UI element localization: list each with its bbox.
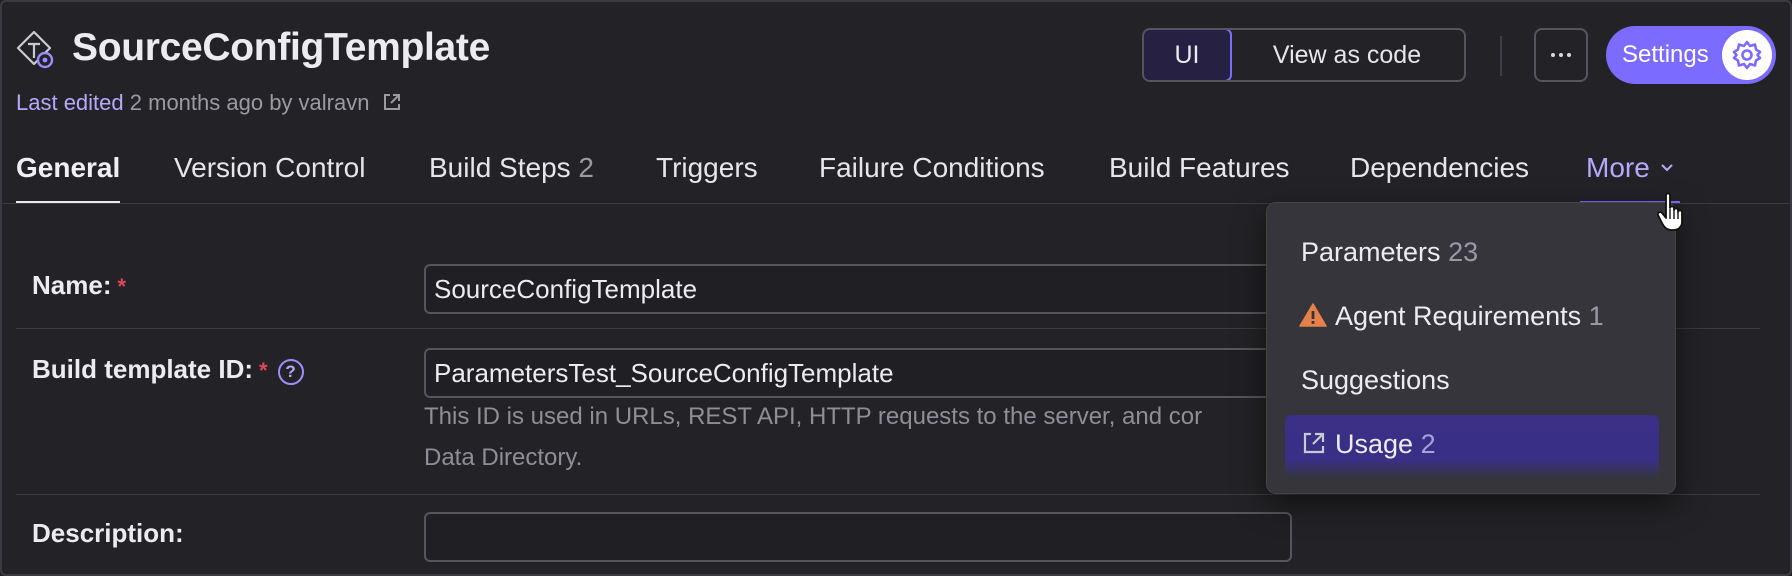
gear-icon xyxy=(1722,30,1772,80)
name-label: Name: * xyxy=(32,270,127,300)
page-title: SourceConfigTemplate xyxy=(72,26,490,69)
menu-item-suggestions[interactable]: Suggestions xyxy=(1301,365,1450,396)
settings-button[interactable]: Settings xyxy=(1606,26,1776,84)
menu-item-usage[interactable]: Usage 2 xyxy=(1285,415,1659,479)
description-input[interactable] xyxy=(424,512,1292,562)
required-mark: * xyxy=(117,274,127,299)
tab-version-control[interactable]: Version Control xyxy=(174,152,365,204)
menu-item-agent-requirements[interactable]: Agent Requirements 1 xyxy=(1299,301,1604,332)
tab-bar: General Version Control Build Steps 2 Tr… xyxy=(16,152,1776,204)
help-icon[interactable]: ? xyxy=(277,359,304,385)
build-template-id-label: Build template ID: *? xyxy=(32,354,304,385)
view-as-code-button[interactable]: View as code xyxy=(1230,30,1464,80)
ui-view-button[interactable]: UI xyxy=(1144,30,1232,80)
external-link-icon xyxy=(1303,432,1325,454)
id-help-text-line1: This ID is used in URLs, REST API, HTTP … xyxy=(424,403,1203,430)
tab-dependencies[interactable]: Dependencies xyxy=(1350,152,1529,204)
last-edited-info: Last edited 2 months ago by valravn xyxy=(16,90,402,116)
tab-build-features[interactable]: Build Features xyxy=(1109,152,1290,204)
row-divider xyxy=(16,494,1760,495)
tab-triggers[interactable]: Triggers xyxy=(656,152,758,204)
tab-build-steps[interactable]: Build Steps 2 xyxy=(429,152,594,204)
more-dropdown-menu: Parameters 23 Agent Requirements 1 Sugge… xyxy=(1266,202,1676,494)
menu-item-parameters[interactable]: Parameters 23 xyxy=(1301,237,1478,268)
more-actions-button[interactable] xyxy=(1534,28,1588,82)
chevron-down-icon xyxy=(1660,164,1673,172)
tab-general[interactable]: General xyxy=(16,152,121,204)
header-divider xyxy=(1500,36,1502,76)
required-mark: * xyxy=(259,358,268,383)
settings-label: Settings xyxy=(1622,41,1709,68)
external-link-icon[interactable] xyxy=(382,92,402,112)
build-steps-count: 2 xyxy=(578,152,594,183)
tab-failure-conditions[interactable]: Failure Conditions xyxy=(819,152,1045,204)
id-help-text-line2: Data Directory. xyxy=(424,444,583,471)
last-edited-label: Last edited xyxy=(16,90,124,115)
view-toggle: UI View as code xyxy=(1142,28,1466,82)
template-settings-icon xyxy=(16,30,56,70)
warning-icon xyxy=(1299,303,1327,327)
description-label: Description: xyxy=(32,518,184,548)
last-edited-detail[interactable]: 2 months ago by valravn xyxy=(130,90,370,115)
hand-cursor-icon xyxy=(1656,192,1689,237)
ellipsis-icon xyxy=(1551,53,1571,57)
